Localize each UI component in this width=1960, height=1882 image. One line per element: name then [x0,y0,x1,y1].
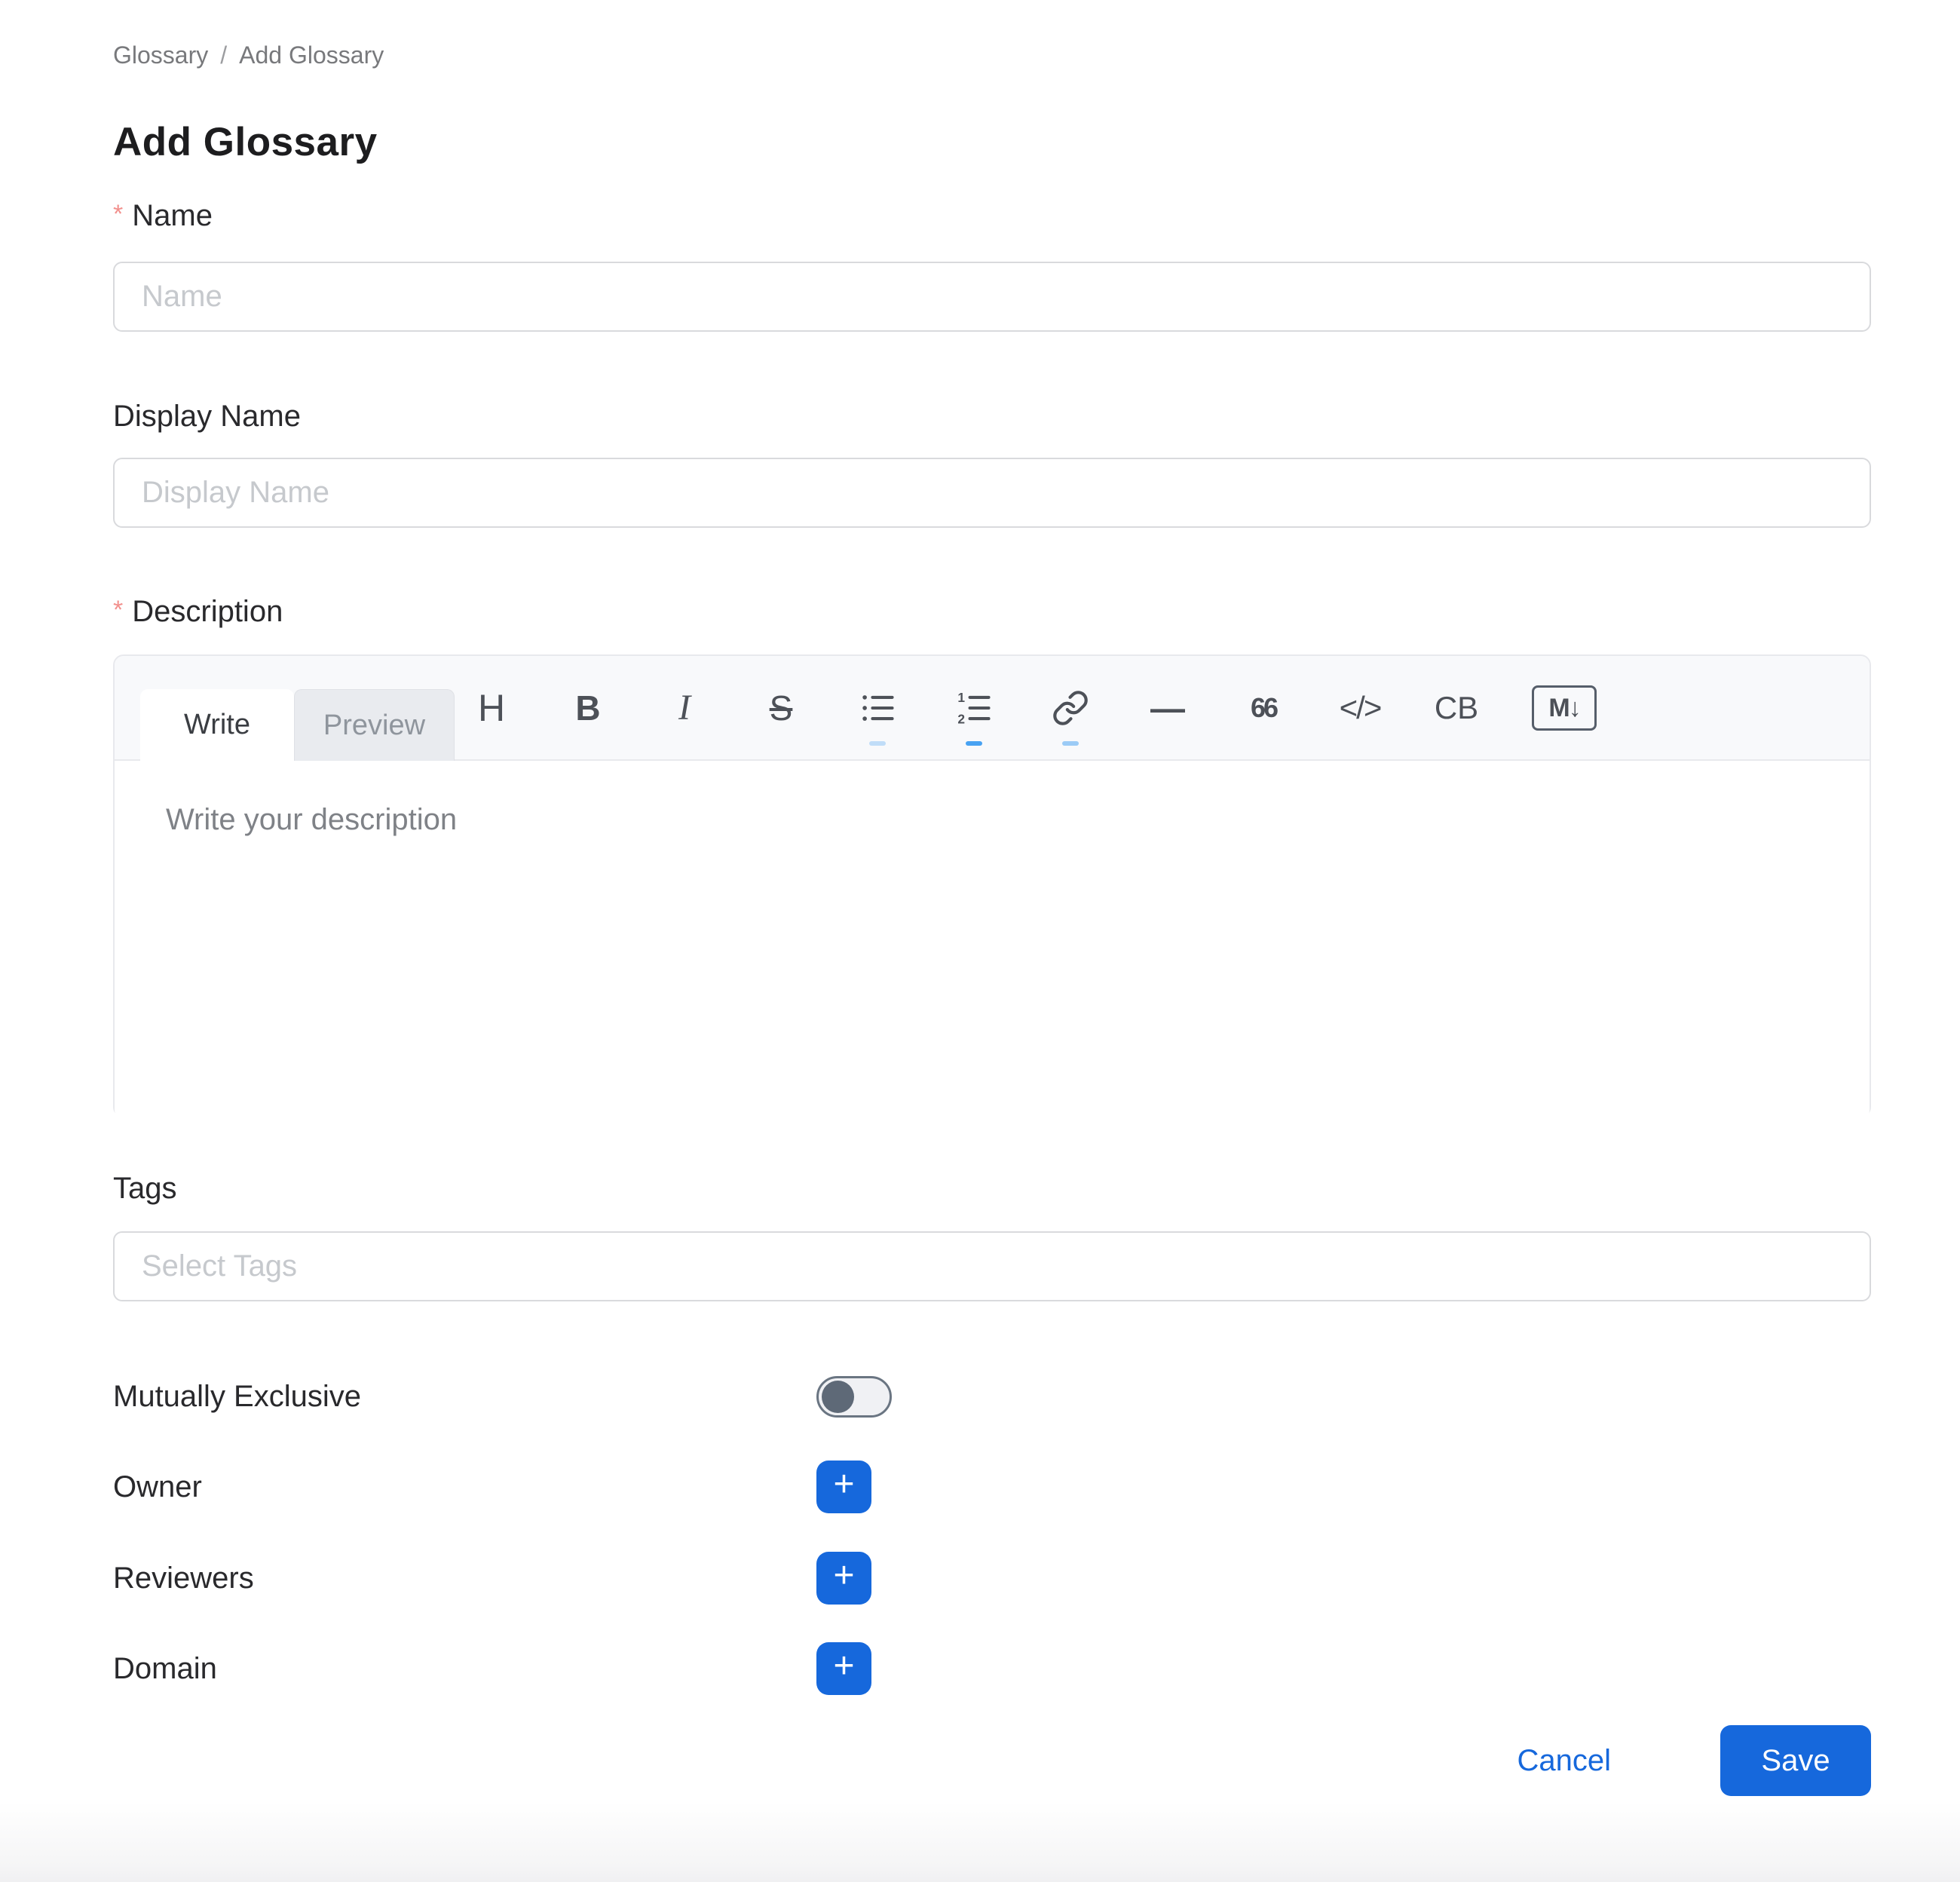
svg-text:1: 1 [957,690,965,705]
add-domain-button[interactable]: + [816,1642,871,1695]
bulleted-list-icon [858,688,897,728]
description-editor-toolbar: Write Preview H B I S [115,656,1870,761]
breadcrumb: Glossary / Add Glossary [113,41,384,69]
heading-button[interactable]: H [469,663,514,753]
tab-preview[interactable]: Preview [294,689,455,761]
bulleted-list-button[interactable] [855,663,900,753]
blue-marker [966,741,982,746]
plus-icon: + [833,1467,854,1503]
italic-icon: I [678,690,691,726]
add-glossary-page: Glossary / Add Glossary Add Glossary *Na… [0,0,1960,1882]
name-input[interactable] [113,262,1871,332]
tab-write[interactable]: Write [140,689,294,761]
horizontal-rule-icon: — [1150,691,1184,725]
bold-icon: B [575,691,600,725]
domain-row: Domain + [113,1642,1871,1695]
plus-icon: + [833,1558,854,1594]
description-label: *Description [113,593,283,631]
mutually-exclusive-label: Mutually Exclusive [113,1380,361,1414]
reviewers-row: Reviewers + [113,1552,1871,1605]
blue-marker [869,741,886,746]
quote-button[interactable]: 66 [1241,663,1286,753]
horizontal-rule-button[interactable]: — [1144,663,1190,753]
italic-button[interactable]: I [662,663,707,753]
strikethrough-button[interactable]: S [758,663,804,753]
tags-select-input[interactable] [113,1231,1871,1301]
numbered-list-button[interactable]: 1 2 [951,663,997,753]
page-bottom-fade [0,1802,1960,1882]
cancel-button[interactable]: Cancel [1517,1744,1611,1778]
toggle-knob [822,1381,854,1413]
numbered-list-icon: 1 2 [954,688,994,728]
display-name-label: Display Name [113,398,301,434]
code-block-icon: CB [1435,692,1478,724]
owner-label: Owner [113,1470,202,1504]
breadcrumb-glossary-link[interactable]: Glossary [113,41,208,69]
description-editor: Write Preview H B I S [113,654,1871,1117]
markdown-button[interactable]: M↓ [1530,663,1598,753]
required-asterisk: * [113,596,123,624]
mutually-exclusive-toggle[interactable] [816,1376,892,1418]
breadcrumb-current-page: Add Glossary [239,41,384,69]
code-block-button[interactable]: CB [1434,663,1479,753]
strikethrough-icon: S [770,691,793,725]
bold-button[interactable]: B [565,663,611,753]
add-reviewer-button[interactable]: + [816,1552,871,1605]
link-button[interactable] [1048,663,1093,753]
required-asterisk: * [113,200,123,228]
description-editor-area[interactable]: Write your description [115,761,1870,1119]
inline-code-button[interactable]: </> [1337,663,1383,753]
svg-text:2: 2 [957,711,965,726]
name-label: *Name [113,198,213,235]
breadcrumb-separator: / [220,41,227,69]
plus-icon: + [833,1648,854,1684]
save-button[interactable]: Save [1720,1725,1871,1796]
domain-label: Domain [113,1652,217,1686]
blue-marker [1062,741,1079,746]
inline-code-icon: </> [1340,692,1381,724]
editor-tabs: Write Preview [140,689,455,761]
tags-label: Tags [113,1170,177,1206]
mutually-exclusive-row: Mutually Exclusive [113,1376,1871,1418]
form-actions: Cancel Save [113,1725,1871,1796]
page-title: Add Glossary [113,119,378,166]
markdown-icon: M↓ [1532,685,1597,731]
reviewers-label: Reviewers [113,1562,254,1595]
display-name-input[interactable] [113,458,1871,528]
link-icon [1052,689,1089,727]
editor-toolbar-icons: H B I S [469,656,1598,759]
owner-row: Owner + [113,1461,1871,1513]
quote-icon: 66 [1251,694,1276,722]
heading-icon: H [478,689,505,727]
add-owner-button[interactable]: + [816,1461,871,1513]
